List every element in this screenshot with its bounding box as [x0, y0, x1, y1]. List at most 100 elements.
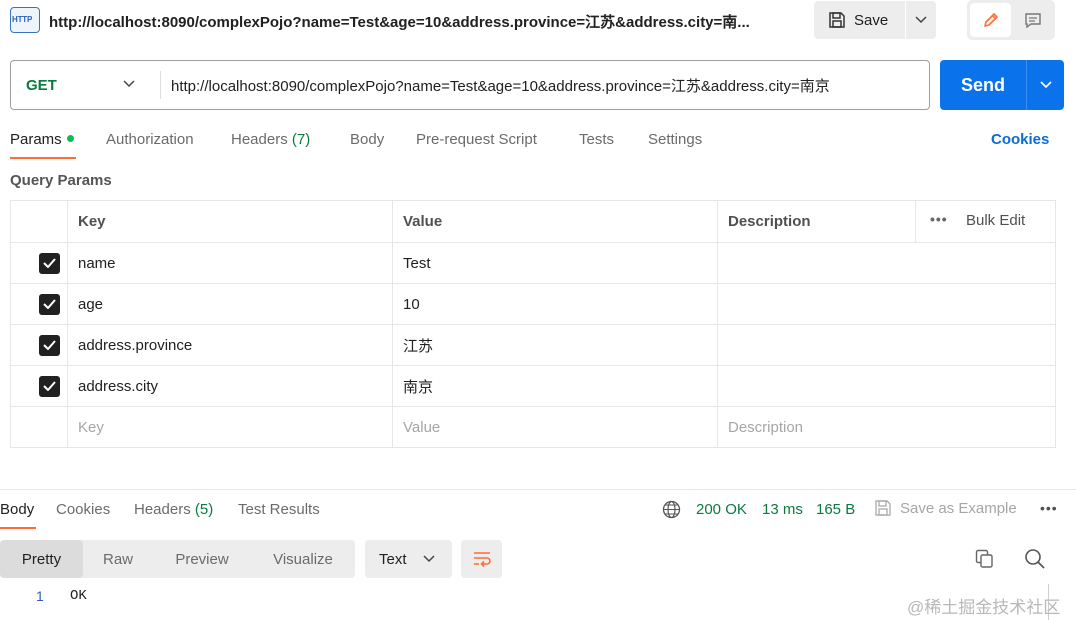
- view-visualize-button[interactable]: Visualize: [251, 540, 355, 578]
- active-tab-indicator: [10, 157, 76, 159]
- table-row: age 10: [10, 283, 1056, 325]
- param-value-cell[interactable]: 江苏: [392, 324, 718, 366]
- globe-icon[interactable]: [662, 500, 681, 519]
- send-options-button[interactable]: [1026, 60, 1064, 110]
- send-button[interactable]: Send: [940, 60, 1026, 110]
- http-icon-label: HTTP: [12, 15, 33, 24]
- param-key-cell[interactable]: address.province: [67, 324, 393, 366]
- url-input[interactable]: [171, 61, 921, 109]
- response-time[interactable]: 13 ms: [762, 501, 803, 518]
- response-tab-headers[interactable]: Headers (5): [134, 501, 213, 518]
- more-options-icon[interactable]: •••: [1040, 500, 1058, 516]
- param-description-cell[interactable]: [717, 365, 1056, 407]
- param-value-cell[interactable]: Test: [392, 242, 718, 284]
- response-tab-headers-count: (5): [194, 501, 214, 518]
- checkmark-icon: [43, 340, 56, 350]
- param-enabled-checkbox[interactable]: [39, 293, 60, 315]
- response-body-text[interactable]: OK: [70, 588, 87, 604]
- response-view-toggle: Pretty Raw Preview Visualize: [0, 540, 355, 578]
- comments-mode-button[interactable]: [1013, 3, 1053, 37]
- tab-headers-label: Headers: [231, 131, 288, 148]
- response-size[interactable]: 165 B: [816, 501, 855, 518]
- view-raw-button[interactable]: Raw: [83, 540, 153, 578]
- tab-settings[interactable]: Settings: [648, 131, 702, 148]
- query-params-table: Key Value Description ••• Bulk Edit name…: [10, 200, 1056, 448]
- new-description-input[interactable]: Description: [717, 406, 1056, 448]
- table-header-row: Key Value Description ••• Bulk Edit: [10, 200, 1056, 243]
- param-description-cell[interactable]: [717, 283, 1056, 325]
- response-format-select[interactable]: Text: [365, 540, 452, 578]
- checkbox-cell: [10, 324, 68, 366]
- checkbox-cell: [10, 242, 68, 284]
- view-pretty-button[interactable]: Pretty: [0, 540, 83, 578]
- response-tab-body[interactable]: Body: [0, 501, 34, 518]
- header-checkbox-cell: [10, 200, 68, 243]
- response-tab-cookies[interactable]: Cookies: [56, 501, 110, 518]
- bulk-edit-button[interactable]: Bulk Edit: [966, 212, 1025, 229]
- param-description-cell[interactable]: [717, 242, 1056, 284]
- new-key-input[interactable]: Key: [67, 406, 393, 448]
- tab-authorization[interactable]: Authorization: [106, 131, 194, 148]
- tab-body[interactable]: Body: [350, 131, 384, 148]
- param-description-cell[interactable]: [717, 324, 1056, 366]
- new-param-row: Key Value Description: [10, 406, 1056, 448]
- watermark: @稀土掘金技术社区: [907, 598, 1061, 617]
- tab-prerequest-script[interactable]: Pre-request Script: [416, 131, 537, 148]
- param-enabled-checkbox[interactable]: [39, 334, 60, 356]
- response-format-label: Text: [379, 550, 407, 568]
- save-icon: [875, 500, 891, 516]
- column-header-value: Value: [392, 200, 718, 243]
- param-value-cell[interactable]: 南京: [392, 365, 718, 407]
- wrap-lines-icon: [473, 552, 491, 568]
- method-select[interactable]: GET: [11, 61, 159, 109]
- save-as-example-button[interactable]: Save as Example: [874, 499, 1017, 517]
- search-icon[interactable]: [1024, 548, 1046, 570]
- chevron-down-icon: [423, 555, 435, 563]
- response-status[interactable]: 200 OK: [696, 501, 747, 518]
- column-header-description-label: Description: [728, 213, 811, 230]
- edit-mode-button[interactable]: [970, 3, 1011, 37]
- param-enabled-checkbox[interactable]: [39, 252, 60, 274]
- tab-headers-count: (7): [291, 131, 311, 148]
- checkbox-cell: [10, 365, 68, 407]
- column-header-key: Key: [67, 200, 393, 243]
- save-label: Save: [854, 11, 889, 29]
- tab-params-label: Params: [10, 131, 62, 148]
- query-params-heading: Query Params: [10, 172, 112, 189]
- request-title[interactable]: http://localhost:8090/complexPojo?name=T…: [49, 11, 779, 32]
- column-header-description: Description ••• Bulk Edit: [717, 200, 1056, 243]
- checkbox-cell: [10, 406, 68, 448]
- more-options-icon[interactable]: •••: [930, 211, 948, 227]
- divider: [160, 71, 161, 99]
- response-divider[interactable]: [0, 489, 1076, 490]
- request-header: HTTP http://localhost:8090/complexPojo?n…: [0, 0, 1076, 42]
- param-value-cell[interactable]: 10: [392, 283, 718, 325]
- wrap-lines-button[interactable]: [461, 540, 502, 578]
- copy-icon[interactable]: [975, 549, 994, 569]
- param-key-cell[interactable]: age: [67, 283, 393, 325]
- params-active-dot: [66, 135, 74, 142]
- divider: [915, 201, 916, 242]
- response-tab-test-results[interactable]: Test Results: [238, 501, 320, 518]
- cookies-link[interactable]: Cookies: [991, 131, 1049, 148]
- param-enabled-checkbox[interactable]: [39, 375, 60, 397]
- table-row: name Test: [10, 242, 1056, 284]
- view-preview-button[interactable]: Preview: [153, 540, 251, 578]
- param-key-cell[interactable]: address.city: [67, 365, 393, 407]
- checkmark-icon: [43, 381, 56, 391]
- checkbox-cell: [10, 283, 68, 325]
- active-tab-indicator: [0, 527, 36, 529]
- param-key-cell[interactable]: name: [67, 242, 393, 284]
- tab-tests[interactable]: Tests: [579, 131, 614, 148]
- url-bar: GET: [10, 60, 930, 110]
- chevron-down-icon: [915, 16, 927, 24]
- table-row: address.province 江苏: [10, 324, 1056, 366]
- tab-params[interactable]: Params: [10, 131, 74, 148]
- comment-icon: [1025, 13, 1041, 28]
- chevron-down-icon: [123, 80, 135, 88]
- response-line-number: 1: [36, 588, 44, 604]
- save-options-button[interactable]: [906, 1, 936, 39]
- new-value-input[interactable]: Value: [392, 406, 718, 448]
- tab-headers[interactable]: Headers (7): [231, 131, 310, 148]
- save-button[interactable]: Save: [814, 1, 905, 39]
